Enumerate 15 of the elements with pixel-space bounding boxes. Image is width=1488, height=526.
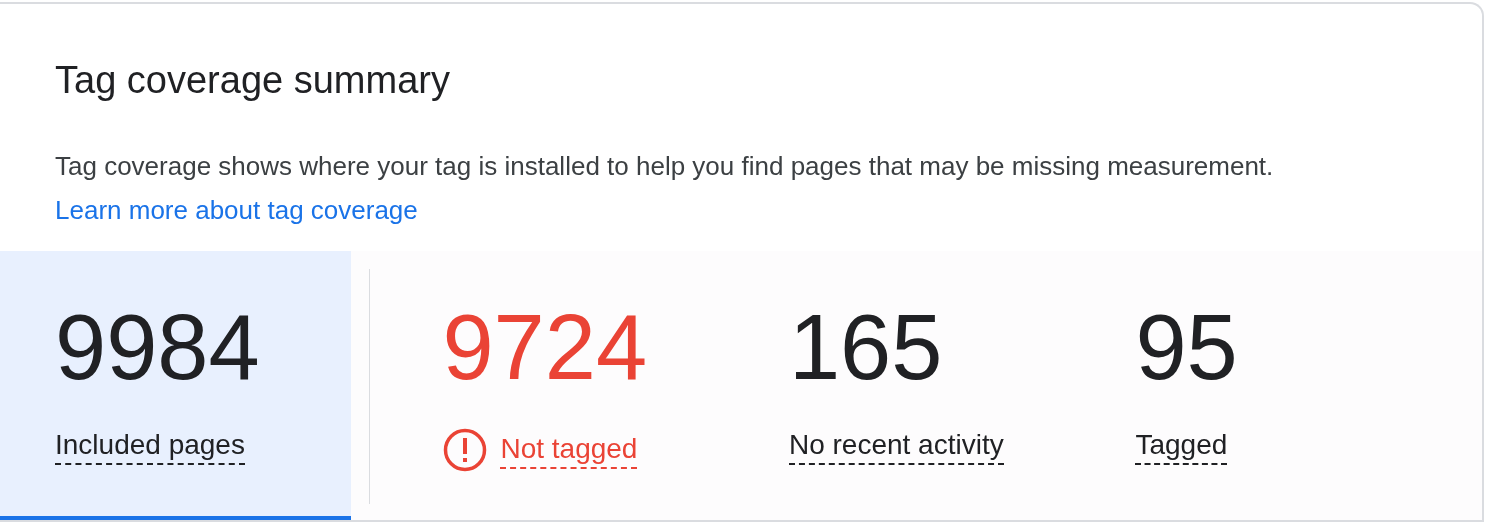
metric-label: No recent activity	[788, 427, 1004, 465]
metric-value: 9984	[55, 296, 260, 398]
metric-tab[interactable]: 9724 Not tagged	[442, 251, 789, 520]
metric-tab[interactable]: 165 No recent activity	[788, 251, 1136, 520]
metric-value: 95	[1135, 296, 1238, 398]
card-title: Tag coverage summary	[55, 58, 451, 103]
metric-tab[interactable]: 95 Tagged	[1135, 251, 1482, 520]
description: Tag coverage shows where your tag is installed to help you find pages that may be missing measurement. Learn more about tag coverage	[55, 150, 1275, 227]
metric-label: Not tagged	[500, 431, 638, 469]
metric-tab[interactable]: 9984 Included pages	[0, 251, 351, 520]
metric-value: 165	[788, 296, 943, 398]
metric-label: Tagged	[1135, 427, 1228, 465]
metric-label: Included pages	[55, 427, 245, 465]
learn-more-link[interactable]: Learn more about tag coverage	[55, 195, 418, 225]
metric-value: 9724	[442, 296, 648, 398]
